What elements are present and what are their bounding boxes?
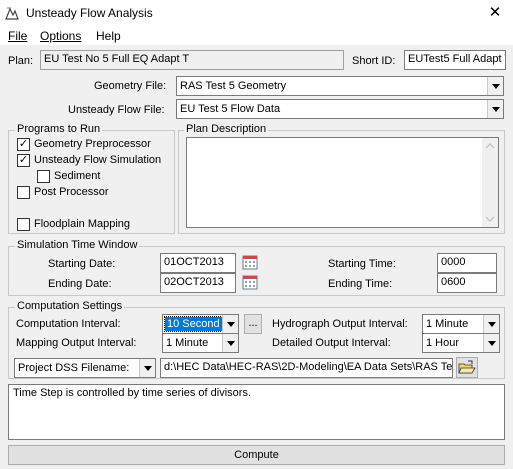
starting-time-field[interactable]: 0000: [437, 253, 497, 273]
programs-to-run-title: Programs to Run: [15, 123, 103, 135]
ending-time-label: Ending Time:: [328, 278, 393, 290]
open-folder-button[interactable]: [456, 357, 478, 378]
computation-interval-select[interactable]: 10 Second: [162, 314, 239, 334]
starting-time-label: Starting Time:: [328, 258, 396, 270]
computation-interval-value: 10 Second: [164, 316, 223, 332]
geometry-file-select[interactable]: RAS Test 5 Geometry: [176, 76, 504, 96]
mapping-output-interval-label: Mapping Output Interval:: [16, 337, 137, 349]
sediment-label: Sediment: [54, 170, 101, 182]
unsteady-flow-simulation-label: Unsteady Flow Simulation: [34, 154, 162, 166]
detailed-output-interval-value: 1 Hour: [426, 337, 460, 349]
window-title: Unsteady Flow Analysis: [26, 6, 153, 20]
geometry-preprocessor-label: Geometry Preprocessor: [34, 138, 151, 150]
compute-button[interactable]: Compute: [8, 445, 505, 465]
post-processor-label: Post Processor: [34, 186, 109, 198]
chevron-down-icon[interactable]: [483, 315, 499, 333]
ending-date-label: Ending Date:: [48, 278, 112, 290]
hec-ras-app-icon: [4, 5, 20, 21]
post-processor-checkbox[interactable]: [17, 186, 30, 199]
ending-date-field[interactable]: 02OCT2013: [160, 273, 236, 293]
calendar-icon[interactable]: [242, 254, 258, 270]
unsteady-flow-file-label: Unsteady Flow File:: [68, 104, 165, 116]
detailed-output-interval-label: Detailed Output Interval:: [272, 337, 391, 349]
close-icon[interactable]: ✕: [480, 2, 510, 24]
chevron-down-icon[interactable]: [222, 315, 238, 333]
hydrograph-output-interval-label: Hydrograph Output Interval:: [272, 318, 408, 330]
chevron-down-icon[interactable]: [222, 334, 238, 352]
dss-filename-select[interactable]: Project DSS Filename:: [14, 358, 156, 378]
geometry-file-value: RAS Test 5 Geometry: [180, 80, 287, 92]
chevron-down-icon[interactable]: [139, 359, 155, 377]
hydrograph-output-interval-value: 1 Minute: [426, 318, 469, 330]
sediment-checkbox[interactable]: [37, 170, 50, 183]
open-folder-icon: [458, 360, 476, 374]
computation-interval-options-button[interactable]: ...: [244, 314, 262, 334]
status-message-text: Time Step is controlled by time series o…: [13, 387, 252, 399]
computation-settings-title: Computation Settings: [15, 300, 125, 312]
short-id-field[interactable]: EUTest5 Full Adapt T: [404, 50, 506, 70]
geometry-file-label: Geometry File:: [94, 80, 167, 92]
unsteady-flow-file-select[interactable]: EU Test 5 Flow Data: [176, 99, 504, 119]
hydrograph-output-interval-select[interactable]: 1 Minute: [422, 314, 500, 334]
short-id-label: Short ID:: [352, 55, 396, 67]
starting-date-field[interactable]: 01OCT2013: [160, 253, 236, 273]
simulation-time-window-title: Simulation Time Window: [15, 239, 140, 251]
status-message-box: Time Step is controlled by time series o…: [8, 384, 505, 440]
scroll-arrows-icon: [485, 143, 495, 222]
plan-label: Plan:: [8, 55, 34, 67]
starting-date-label: Starting Date:: [48, 258, 116, 270]
chevron-down-icon[interactable]: [487, 77, 503, 95]
mapping-output-interval-select[interactable]: 1 Minute: [162, 333, 239, 353]
menu-help[interactable]: Help: [96, 29, 121, 43]
unsteady-flow-file-value: EU Test 5 Flow Data: [180, 103, 281, 115]
computation-interval-label: Computation Interval:: [16, 318, 121, 330]
detailed-output-interval-select[interactable]: 1 Hour: [422, 333, 500, 353]
menu-file[interactable]: File: [8, 29, 27, 43]
mapping-output-interval-value: 1 Minute: [166, 337, 209, 349]
plan-description-title: Plan Description: [184, 123, 269, 135]
description-scrollbar[interactable]: [482, 138, 498, 227]
ending-time-field[interactable]: 0600: [437, 273, 497, 293]
geometry-preprocessor-checkbox[interactable]: ✓: [17, 138, 30, 151]
chevron-down-icon[interactable]: [483, 334, 499, 352]
calendar-icon[interactable]: [242, 274, 258, 290]
plan-title-field[interactable]: EU Test No 5 Full EQ Adapt T: [40, 50, 344, 70]
unsteady-flow-simulation-checkbox[interactable]: ✓: [17, 154, 30, 167]
chevron-down-icon[interactable]: [487, 100, 503, 118]
floodplain-mapping-checkbox[interactable]: [17, 218, 30, 231]
floodplain-mapping-label: Floodplain Mapping: [34, 218, 131, 230]
plan-description-textarea[interactable]: [186, 137, 499, 228]
dss-filename-label: Project DSS Filename:: [18, 362, 130, 374]
menu-options[interactable]: Options: [40, 29, 81, 43]
dss-path-field[interactable]: d:\HEC Data\HEC-RAS\2D-Modeling\EA Data …: [160, 358, 453, 378]
